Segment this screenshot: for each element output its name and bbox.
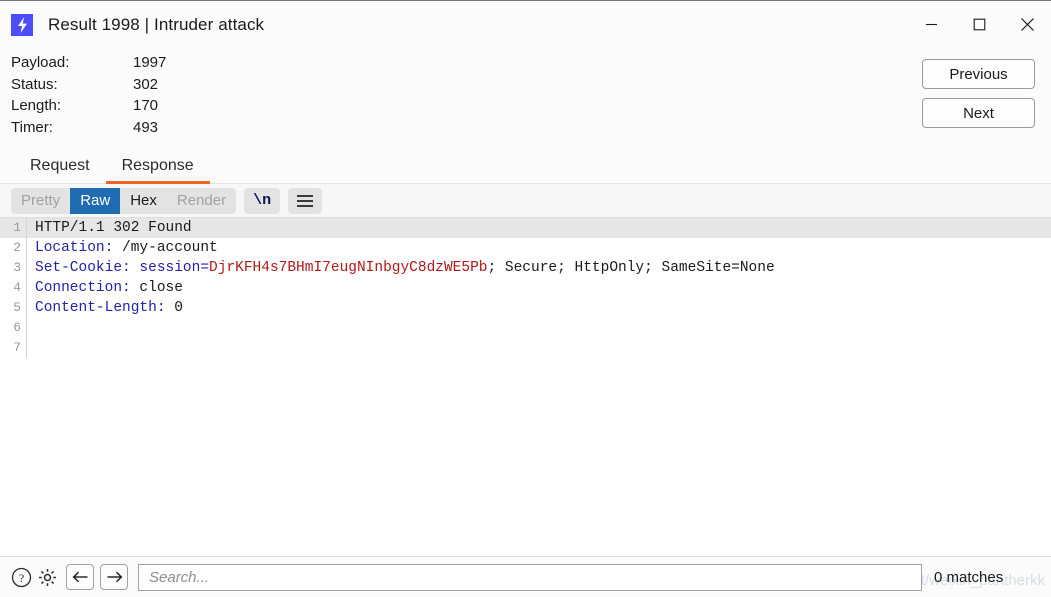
maximize-icon[interactable]: [955, 1, 1003, 49]
window-controls: [907, 1, 1051, 49]
line-number: 3: [0, 258, 27, 278]
detail-row: Status: 302: [11, 74, 166, 96]
gear-icon[interactable]: [34, 564, 60, 590]
line-content: Content-Length: 0: [27, 298, 183, 318]
result-navigation: Previous Next: [922, 59, 1035, 146]
line-content: [27, 338, 44, 358]
code-line: 2 Location: /my-account: [0, 238, 1051, 258]
code-token: close: [130, 280, 183, 296]
code-token: Connection:: [35, 280, 131, 296]
search-input[interactable]: [147, 567, 913, 587]
line-content: [27, 318, 44, 338]
svg-text:?: ?: [18, 571, 23, 585]
result-summary-row: Payload: 1997 Status: 302 Length: 170 Ti…: [0, 48, 1051, 146]
result-details: Payload: 1997 Status: 302 Length: 170 Ti…: [11, 52, 166, 146]
line-number: 4: [0, 278, 27, 298]
detail-row: Length: 170: [11, 95, 166, 117]
code-token: Location:: [35, 240, 114, 256]
code-token: session=: [139, 260, 210, 276]
timer-value: 493: [133, 118, 159, 136]
message-tabs: Request Response: [0, 146, 1051, 184]
code-token: ; Secure; HttpOnly; SameSite=None: [487, 260, 775, 276]
minimize-icon[interactable]: [907, 1, 955, 49]
code-token: DjrKFH4s7BHmI7eugNInbgyC8dzWE5Pb: [209, 260, 488, 276]
tab-request[interactable]: Request: [14, 157, 106, 183]
newline-label: \n: [253, 192, 272, 209]
hamburger-menu-icon[interactable]: [288, 187, 323, 214]
match-count: 0 matches: [934, 568, 1004, 586]
line-content: Location: /my-account: [27, 238, 218, 258]
detail-row: Payload: 1997: [11, 52, 166, 74]
search-field[interactable]: [138, 563, 922, 591]
code-line: 4 Connection: close: [0, 278, 1051, 298]
payload-value: 1997: [133, 54, 167, 71]
line-content: HTTP/1.1 302 Found: [27, 218, 192, 238]
tab-request-label: Request: [30, 157, 90, 174]
code-line: 7: [0, 338, 1051, 358]
length-label: Length:: [11, 97, 62, 114]
line-content: Connection: close: [27, 278, 183, 298]
line-number: 2: [0, 238, 27, 258]
title-bar: Result 1998 | Intruder attack: [0, 0, 1051, 48]
hamburger-glyph: [297, 194, 314, 207]
view-mode-render[interactable]: Render: [167, 188, 236, 214]
view-mode-raw[interactable]: Raw: [70, 187, 121, 214]
status-value: 302: [133, 75, 159, 93]
code-line: 6: [0, 318, 1051, 338]
tab-underline: [105, 181, 210, 184]
search-status-bar: https://blog.csdn.net/weixin_pantherkk ?: [0, 556, 1051, 597]
detail-row: Timer: 493: [11, 117, 166, 139]
arrow-right-icon[interactable]: [100, 564, 128, 590]
line-number: 1: [0, 218, 27, 238]
lightning-bolt-icon: [11, 13, 33, 36]
response-viewer[interactable]: 1 HTTP/1.1 302 Found 2 Location: /my-accoun…: [0, 218, 1051, 556]
code-lines: 1 HTTP/1.1 302 Found 2 Location: /my-accoun…: [0, 218, 1051, 358]
window-title: Result 1998 | Intruder attack: [48, 14, 265, 34]
view-mode-group: Pretty Raw Hex Render: [11, 187, 237, 214]
code-token: /my-account: [113, 240, 218, 256]
code-token: 0: [165, 300, 183, 316]
tab-response-label: Response: [121, 157, 194, 174]
code-token: HTTP/1.1 302 Found: [35, 220, 192, 236]
timer-label: Timer:: [11, 118, 53, 136]
status-label: Status:: [11, 75, 58, 93]
next-button[interactable]: Next: [922, 98, 1035, 128]
help-icon[interactable]: ?: [8, 564, 34, 590]
newline-toggle-button[interactable]: \n: [244, 187, 281, 214]
line-number: 5: [0, 298, 27, 318]
viewer-toolbar: Pretty Raw Hex Render \n: [0, 184, 1051, 218]
previous-button[interactable]: Previous: [922, 59, 1035, 89]
length-value: 170: [133, 97, 159, 114]
view-mode-hex[interactable]: Hex: [120, 188, 167, 214]
tab-response[interactable]: Response: [105, 157, 210, 184]
view-mode-pretty[interactable]: Pretty: [11, 188, 70, 214]
code-line: 3 Set-Cookie: session=DjrKFH4s7BHmI7eugNI…: [0, 258, 1051, 278]
code-line: 1 HTTP/1.1 302 Found: [0, 218, 1051, 238]
line-content: Set-Cookie: session=DjrKFH4s7BHmI7eugNIn…: [27, 258, 775, 278]
payload-label: Payload:: [11, 54, 70, 71]
code-line: 5 Content-Length: 0: [0, 298, 1051, 318]
line-number: 7: [0, 338, 27, 358]
code-token: Set-Cookie:: [35, 260, 131, 276]
intruder-attack-result-window: Result 1998 | Intruder attack Payload: 1…: [0, 0, 1051, 597]
arrow-left-icon[interactable]: [66, 564, 94, 590]
close-icon[interactable]: [1003, 1, 1051, 49]
line-number: 6: [0, 318, 27, 338]
code-token: Content-Length:: [35, 300, 166, 316]
